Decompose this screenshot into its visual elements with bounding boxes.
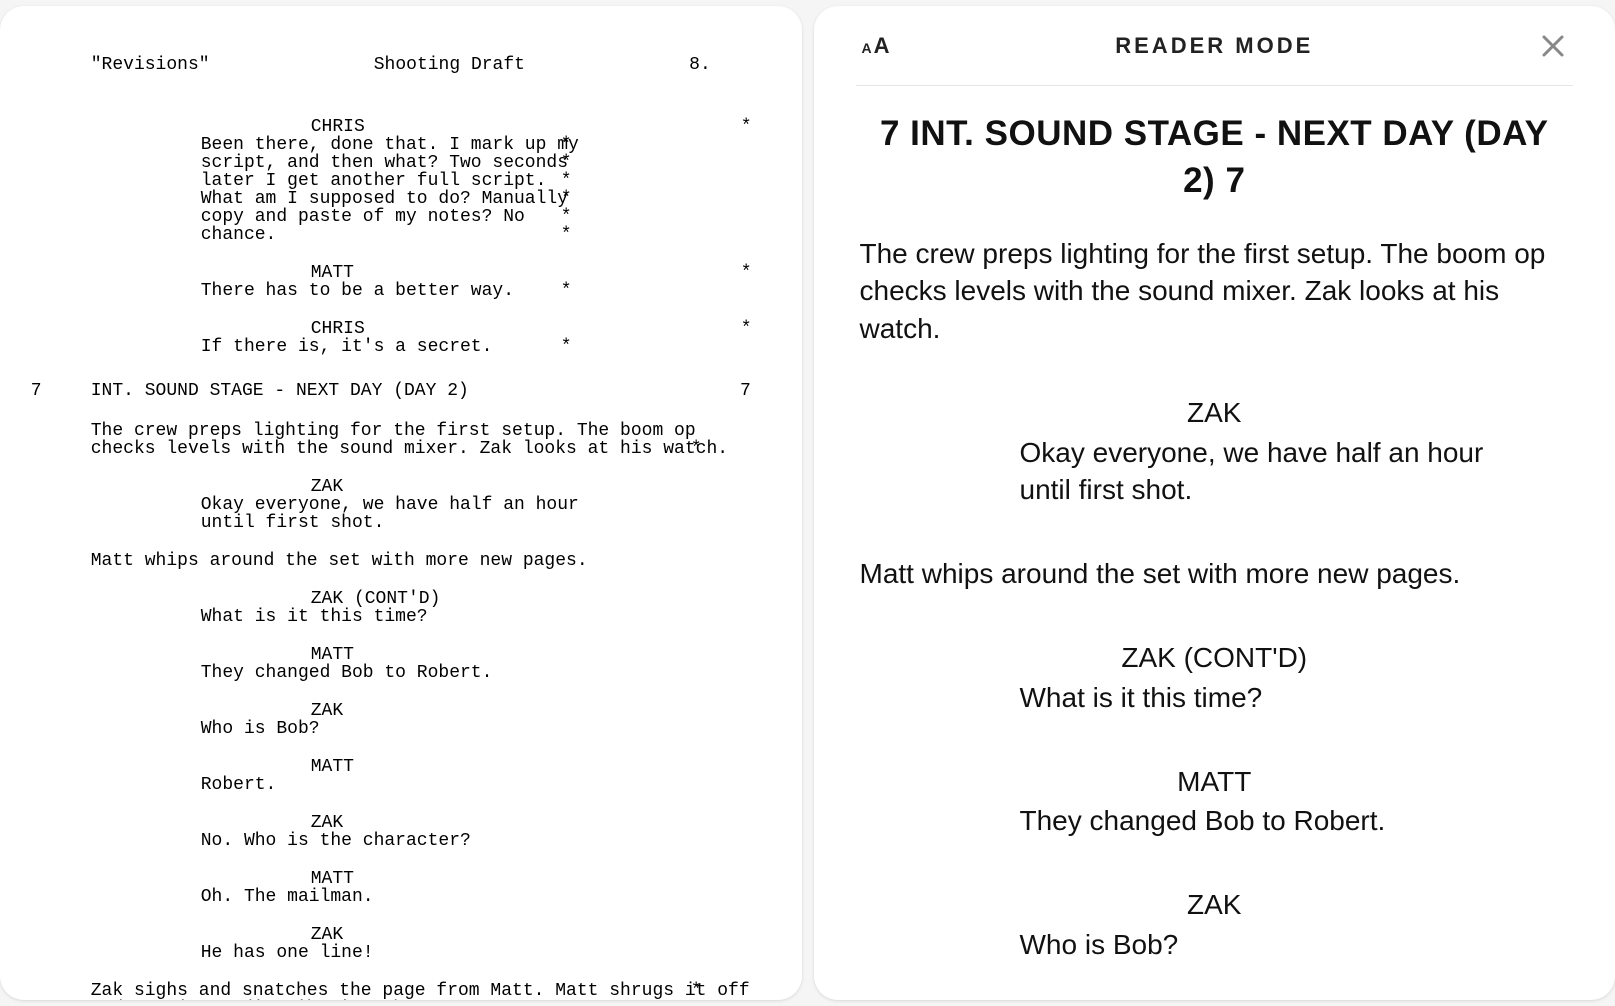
character-cue: ZAK xyxy=(311,478,711,496)
revision-star-icon: * xyxy=(561,338,571,356)
script-title-left: "Revisions" xyxy=(91,56,210,74)
dialogue-line: script, and then what? Two seconds* xyxy=(201,154,531,172)
character-cue: ZAK xyxy=(311,926,711,944)
text-size-button[interactable]: A A xyxy=(862,33,890,59)
revision-star-icon: * xyxy=(561,190,571,208)
reader-header: A A READER MODE xyxy=(856,6,1574,86)
script-page: "Revisions" Shooting Draft 8. CHRIS*Been… xyxy=(0,6,802,1000)
dialogue-line: copy and paste of my notes? No* xyxy=(201,208,531,226)
character-cue: MATT xyxy=(311,646,711,664)
reader-speaker: ZAK xyxy=(1020,394,1510,432)
reader-dialog-block: ZAK (CONT'D)What is it this time? xyxy=(860,639,1570,717)
reader-dialog-text: They changed Bob to Robert. xyxy=(1020,802,1510,840)
character-cue: MATT xyxy=(311,758,711,776)
scene-heading-row: 7INT. SOUND STAGE - NEXT DAY (DAY 2)7 xyxy=(91,382,711,400)
reader-mode-label: READER MODE xyxy=(890,33,1539,59)
dialogue-line: Oh. The mailman. xyxy=(201,888,531,906)
revision-star-icon: * xyxy=(561,136,571,154)
revision-star-icon: * xyxy=(561,172,571,190)
reader-dialog-text: Who is Bob? xyxy=(1020,926,1510,964)
character-cue: MATT* xyxy=(311,264,711,282)
revision-star-icon: * xyxy=(561,208,571,226)
dialogue-line: No. Who is the character? xyxy=(201,832,531,850)
character-cue: CHRIS* xyxy=(311,320,711,338)
reader-dialog-block: ZAKWho is Bob? xyxy=(860,886,1570,964)
action-line: Matt whips around the set with more new … xyxy=(91,552,661,570)
script-title-center: Shooting Draft xyxy=(210,56,690,74)
character-cue: MATT xyxy=(311,870,711,888)
dialogue-line: He has one line! xyxy=(201,944,531,962)
revision-star-icon: * xyxy=(741,264,751,282)
close-icon xyxy=(1539,32,1567,60)
character-cue: ZAK xyxy=(311,702,711,720)
dialogue-line: What is it this time? xyxy=(201,608,531,626)
action-line: checks levels with the sound mixer. Zak … xyxy=(91,440,661,458)
script-header: "Revisions" Shooting Draft 8. xyxy=(91,56,711,74)
reader-action: The crew preps lighting for the first se… xyxy=(860,235,1570,348)
dialogue-line: until first shot. xyxy=(201,514,531,532)
scene-heading: INT. SOUND STAGE - NEXT DAY (DAY 2) xyxy=(91,382,661,400)
revision-star-icon: * xyxy=(691,982,701,1000)
reader-action: Matt whips around the set with more new … xyxy=(860,555,1570,593)
reader-dialog-block: MATTThey changed Bob to Robert. xyxy=(860,763,1570,841)
text-size-large-icon: A xyxy=(874,33,890,59)
revision-star-icon: * xyxy=(741,320,751,338)
action-line: The crew preps lighting for the first se… xyxy=(91,422,661,440)
dialogue-line: What am I supposed to do? Manually* xyxy=(201,190,531,208)
reader-dialog-text: What is it this time? xyxy=(1020,679,1510,717)
dialogue-line: There has to be a better way.* xyxy=(201,282,531,300)
text-size-small-icon: A xyxy=(862,40,872,56)
character-cue: ZAK xyxy=(311,814,711,832)
scene-number-left: 7 xyxy=(31,382,42,400)
dialogue-line: Okay everyone, we have half an hour xyxy=(201,496,531,514)
reader-card: A A READER MODE 7 INT. SOUND STAGE - NEX… xyxy=(814,6,1615,1000)
reader-dialog-block: ZAKOkay everyone, we have half an hourun… xyxy=(860,394,1570,509)
reader-scene-heading: 7 INT. SOUND STAGE - NEXT DAY (DAY 2) 7 xyxy=(860,110,1570,205)
reader-dialog-text: Okay everyone, we have half an houruntil… xyxy=(1020,434,1510,510)
reader-speaker: MATT xyxy=(1020,763,1510,801)
script-page-number: 8. xyxy=(689,56,711,74)
dialogue-line: Robert. xyxy=(201,776,531,794)
scene-number-right: 7 xyxy=(740,382,751,400)
action-line: Zak sighs and snatches the page from Mat… xyxy=(91,982,661,1000)
revision-star-icon: * xyxy=(561,154,571,172)
revision-star-icon: * xyxy=(691,440,701,458)
revision-star-icon: * xyxy=(561,226,571,244)
reader-speaker: ZAK xyxy=(1020,886,1510,924)
dialogue-line: later I get another full script.* xyxy=(201,172,531,190)
dialogue-line: If there is, it's a secret.* xyxy=(201,338,531,356)
dialogue-line: Been there, done that. I mark up my* xyxy=(201,136,531,154)
reader-speaker: ZAK (CONT'D) xyxy=(1020,639,1510,677)
close-button[interactable] xyxy=(1539,32,1567,60)
dialogue-line: Who is Bob? xyxy=(201,720,531,738)
character-cue: ZAK (CONT'D) xyxy=(311,590,711,608)
dialogue-line: chance.* xyxy=(201,226,531,244)
dialogue-line: They changed Bob to Robert. xyxy=(201,664,531,682)
script-card: "Revisions" Shooting Draft 8. CHRIS*Been… xyxy=(0,6,802,1000)
revision-star-icon: * xyxy=(741,118,751,136)
character-cue: CHRIS* xyxy=(311,118,711,136)
revision-star-icon: * xyxy=(561,282,571,300)
